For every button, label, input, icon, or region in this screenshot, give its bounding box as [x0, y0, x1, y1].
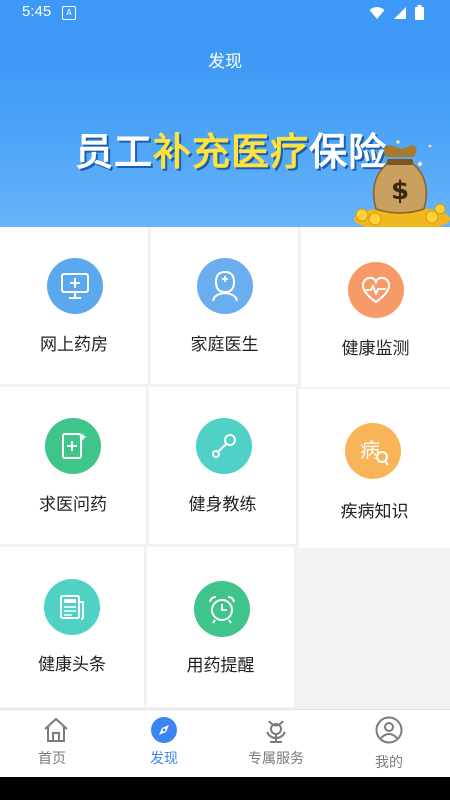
- dollar-sign: $: [391, 176, 409, 206]
- dumbbell-icon: [196, 418, 252, 474]
- feature-family-doctor[interactable]: 家庭医生: [151, 227, 298, 384]
- medical-book-icon: [45, 418, 101, 474]
- feature-medical-consult[interactable]: 求医问药: [0, 387, 146, 544]
- insurance-banner[interactable]: 员工补充医疗保险 $: [0, 94, 450, 227]
- money-bag-icon: $: [340, 139, 450, 227]
- heart-pulse-icon: [348, 262, 404, 318]
- monitor-plus-icon: [47, 258, 103, 314]
- page-title: 发现: [208, 52, 242, 72]
- feature-medication-reminder[interactable]: 用药提醒: [147, 547, 294, 707]
- tab-label: 我的: [375, 755, 403, 771]
- home-icon: [44, 717, 68, 742]
- feature-label: 网上药房: [40, 335, 108, 355]
- feature-label: 求医问药: [39, 495, 107, 515]
- tab-mine[interactable]: 我的: [333, 710, 445, 778]
- tab-label: 首页: [38, 751, 66, 767]
- newspaper-icon: [44, 579, 100, 635]
- app-notification-icon: A: [62, 6, 76, 20]
- system-nav-bar: [0, 777, 450, 800]
- feature-label: 健身教练: [188, 495, 257, 515]
- wifi-icon: [369, 6, 385, 19]
- tab-exclusive-service[interactable]: 专属服务: [220, 710, 332, 778]
- battery-icon: [415, 5, 424, 20]
- doctor-icon: [197, 258, 253, 314]
- feature-label: 家庭医生: [190, 335, 259, 355]
- compass-icon: [151, 717, 177, 743]
- signal-icon: [394, 6, 406, 19]
- tab-home[interactable]: 首页: [0, 710, 112, 778]
- tab-discover[interactable]: 发现: [108, 710, 220, 778]
- status-bar: 5:45 A: [0, 0, 450, 24]
- banner-text-white-1: 员工: [75, 130, 154, 174]
- banner-text-yellow: 补充医疗: [153, 130, 310, 174]
- bottom-tab-bar: 首页 发现 专属服务 我的: [0, 709, 450, 778]
- feature-label: 用药提醒: [186, 656, 255, 676]
- feature-label: 健康头条: [38, 655, 106, 675]
- user-icon: [375, 716, 403, 744]
- feature-health-headlines[interactable]: 健康头条: [0, 547, 144, 707]
- service-icon: [266, 720, 286, 743]
- feature-health-monitoring[interactable]: 健康监测: [301, 227, 450, 387]
- tab-label: 发现: [150, 751, 178, 767]
- feature-grid: 网上药房 家庭医生 健康监测 求医问药 健身教练 病 疾病知识 健康头条 用药提…: [0, 227, 450, 709]
- hero-header: 发现 员工补充医疗保险 $: [0, 0, 450, 227]
- feature-fitness-coach[interactable]: 健身教练: [149, 387, 296, 544]
- alarm-clock-icon: [194, 581, 250, 637]
- disease-search-icon: 病: [345, 423, 401, 479]
- feature-disease-knowledge[interactable]: 病 疾病知识: [299, 389, 450, 548]
- feature-label: 健康监测: [341, 339, 410, 359]
- feature-online-pharmacy[interactable]: 网上药房: [0, 227, 148, 384]
- feature-label: 疾病知识: [340, 502, 409, 522]
- status-time: 5:45: [22, 3, 52, 20]
- tab-label: 专属服务: [248, 751, 304, 767]
